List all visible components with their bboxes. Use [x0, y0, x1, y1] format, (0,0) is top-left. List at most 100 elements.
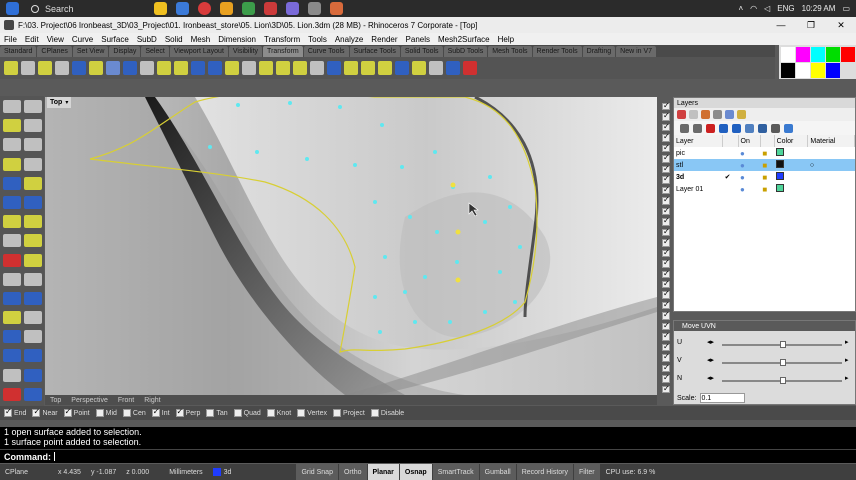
left-tool-icon[interactable] [24, 291, 42, 305]
layers-column-header[interactable]: Color [774, 135, 809, 147]
osnap-point[interactable]: Point [63, 407, 90, 417]
osnap-project[interactable]: Project [333, 409, 365, 417]
panel-toggle-checkbox[interactable] [662, 226, 670, 237]
menu-surface[interactable]: Surface [97, 35, 133, 44]
toolbar-tab-drafting[interactable]: Drafting [582, 46, 616, 57]
swatch-red[interactable] [841, 47, 855, 62]
transform-tool-icon[interactable] [174, 61, 188, 75]
left-tool-icon[interactable] [3, 291, 21, 305]
menu-transform[interactable]: Transform [260, 35, 304, 44]
left-tool-icon[interactable] [3, 157, 21, 171]
toolbar-tab-surface-tools[interactable]: Surface Tools [349, 46, 400, 57]
osnap-end[interactable]: End [4, 407, 26, 417]
transform-tool-icon[interactable] [327, 61, 341, 75]
notifications-icon[interactable]: ▭ [842, 4, 850, 13]
toolbar-tab-select[interactable]: Select [141, 46, 169, 57]
transform-tool-icon[interactable] [344, 61, 358, 75]
panel-toggle-checkbox[interactable] [662, 279, 670, 289]
layer-visible-icon[interactable]: ● [738, 147, 760, 159]
cplane-label[interactable]: CPlane [0, 464, 33, 480]
osnap-perp[interactable]: Perp [175, 407, 200, 417]
left-tool-icon[interactable] [3, 195, 21, 209]
toolbar-tab-curve-tools[interactable]: Curve Tools [303, 46, 349, 57]
app-icon-explorer[interactable] [175, 2, 189, 15]
viewport-tab-right[interactable]: Right [139, 397, 165, 404]
transform-tool-icon[interactable] [157, 61, 171, 75]
toolbar-tab-display[interactable]: Display [109, 46, 141, 57]
tray-chevron-icon[interactable]: ˄ [738, 4, 743, 13]
panel-toggle-checkbox[interactable] [662, 122, 670, 132]
app-icon-acrobat[interactable] [263, 2, 277, 15]
app-icon-folder[interactable] [219, 2, 233, 15]
menu-solid[interactable]: Solid [161, 35, 187, 44]
panel-toggle-checkbox[interactable] [662, 289, 670, 299]
transform-tool-icon[interactable] [72, 61, 86, 75]
menu-file[interactable]: File [0, 35, 21, 44]
current-layer-check[interactable] [723, 183, 738, 195]
toolbar-tab-mesh-tools[interactable]: Mesh Tools [488, 46, 532, 57]
left-tool-icon[interactable] [3, 330, 21, 344]
uvn-slider[interactable] [722, 359, 842, 366]
layer-color-swatch[interactable] [774, 147, 808, 159]
osnap-checkbox[interactable] [32, 407, 41, 417]
panel-toggle-checkbox[interactable] [662, 237, 670, 247]
left-tool-icon[interactable] [24, 138, 42, 152]
left-tool-icon[interactable] [24, 330, 42, 344]
app-icon-opera[interactable] [197, 2, 211, 15]
app-icon-viber[interactable] [285, 2, 299, 15]
osnap-vertex[interactable]: Vertex [297, 409, 327, 417]
left-tool-icon[interactable] [3, 349, 21, 363]
status-toggle-gumball[interactable]: Gumball [479, 464, 516, 480]
transform-tool-icon[interactable] [106, 61, 120, 75]
panel-tab-render-icon[interactable] [701, 110, 710, 119]
slider-handle[interactable] [780, 377, 786, 384]
transform-tool-icon[interactable] [310, 61, 324, 75]
left-tool-icon[interactable] [24, 176, 42, 190]
panel-toggle-checkbox[interactable] [662, 101, 670, 111]
left-tool-icon[interactable] [3, 368, 21, 382]
osnap-checkbox[interactable] [297, 409, 306, 417]
viewport-top[interactable] [45, 97, 657, 395]
panel-toggle-checkbox[interactable] [662, 384, 670, 394]
menu-curve[interactable]: Curve [68, 35, 97, 44]
menu-subd[interactable]: SubD [133, 35, 161, 44]
panel-toggle-checkbox[interactable] [662, 206, 670, 216]
layers-column-header[interactable] [760, 135, 775, 147]
menu-dimension[interactable]: Dimension [214, 35, 260, 44]
left-tool-icon[interactable] [3, 234, 21, 248]
transform-tool-icon[interactable] [378, 61, 392, 75]
transform-tool-icon[interactable] [463, 61, 477, 75]
layer-visible-icon[interactable]: ● [738, 171, 760, 183]
layer-lock-icon[interactable]: ■ [760, 159, 775, 171]
left-tool-icon[interactable] [24, 215, 42, 229]
viewport-tab-top[interactable]: Top [45, 397, 66, 404]
step-right-icon[interactable]: ▸ [845, 374, 849, 382]
transform-tool-icon[interactable] [4, 61, 18, 75]
viewport-tab-perspective[interactable]: Perspective [66, 397, 113, 404]
left-tool-icon[interactable] [24, 234, 42, 248]
panel-toggle-checkbox[interactable] [662, 216, 670, 226]
left-tool-icon[interactable] [3, 176, 21, 190]
panel-toggle-checkbox[interactable] [662, 111, 670, 121]
osnap-quad[interactable]: Quad [233, 409, 261, 417]
left-tool-icon[interactable] [24, 387, 42, 401]
osnap-checkbox[interactable] [151, 407, 160, 417]
uvn-slider[interactable] [722, 341, 842, 348]
status-toggle-osnap[interactable]: Osnap [399, 464, 432, 480]
layer-row[interactable]: stl ● ■ ○ [674, 159, 855, 171]
transform-tool-icon[interactable] [140, 61, 154, 75]
layer-tools-icon[interactable] [771, 123, 780, 133]
panel-tab-display-icon[interactable] [725, 110, 734, 119]
status-toggle-record-history[interactable]: Record History [516, 464, 573, 480]
transform-tool-icon[interactable] [191, 61, 205, 75]
step-arrows-icon[interactable]: ◂▸ [707, 374, 714, 382]
panel-toggle-checkbox[interactable] [662, 195, 670, 205]
left-tool-icon[interactable] [24, 349, 42, 363]
transform-tool-icon[interactable] [412, 61, 426, 75]
status-toggle-ortho[interactable]: Ortho [338, 464, 367, 480]
layer-lock-icon[interactable]: ■ [760, 183, 774, 195]
layer-material[interactable] [808, 147, 855, 159]
left-tool-icon[interactable] [24, 100, 42, 113]
panel-toggle-checkbox[interactable] [662, 331, 670, 341]
move-up-icon[interactable] [719, 123, 728, 133]
